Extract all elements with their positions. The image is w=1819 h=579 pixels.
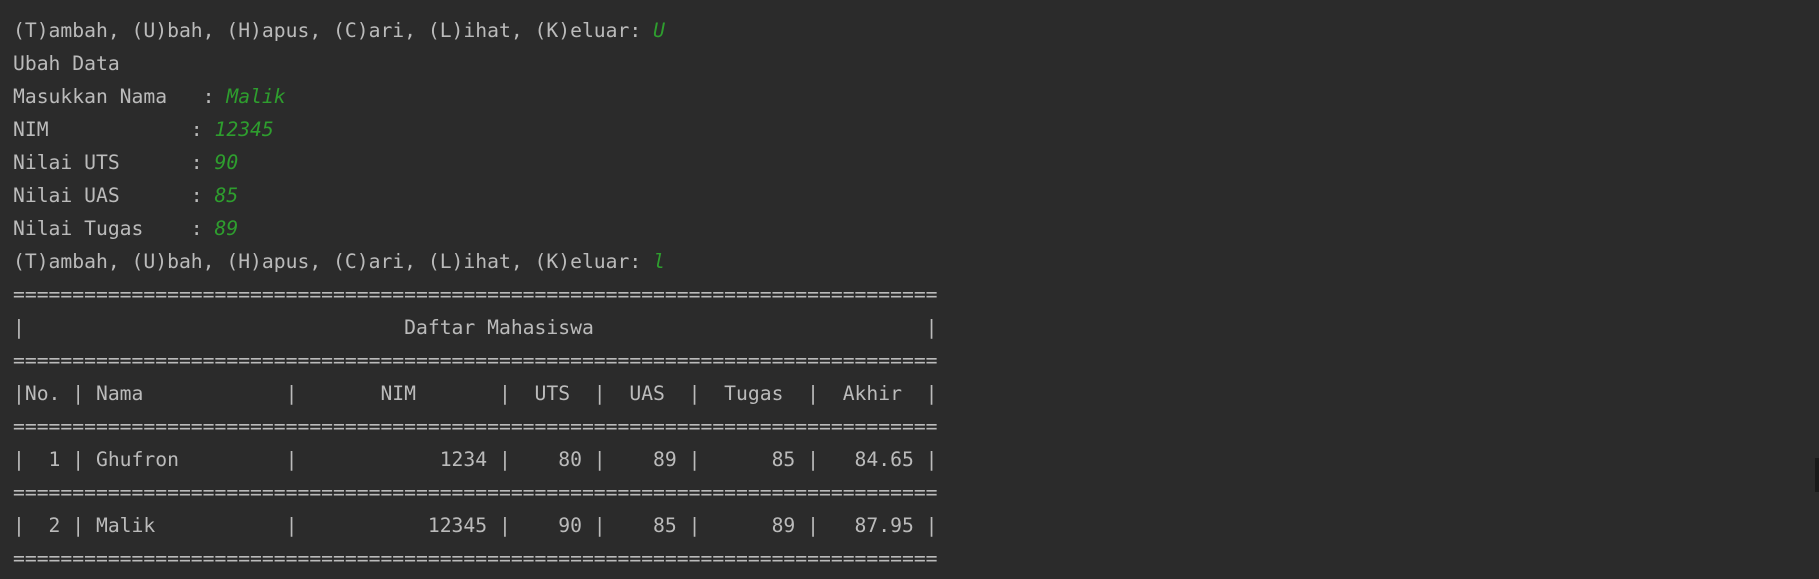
- form-label: NIM :: [13, 118, 215, 141]
- run-console: (T)ambah, (U)bah, (H)apus, (C)ari, (L)ih…: [0, 0, 1819, 579]
- table-row: | 1 | Ghufron | 1234 | 80 | 89 | 85 | 84…: [13, 448, 938, 471]
- form-line-uas: Nilai UAS : 85: [13, 179, 1819, 212]
- form-line-nama: Masukkan Nama : Malik: [13, 80, 1819, 113]
- table-border: ========================================…: [13, 481, 938, 504]
- menu-choice-input: U: [653, 19, 665, 42]
- menu-prompt-line: (T)ambah, (U)bah, (H)apus, (C)ari, (L)ih…: [13, 245, 1819, 278]
- table-row: | 2 | Malik | 12345 | 90 | 85 | 89 | 87.…: [13, 514, 938, 537]
- form-label: Nilai UTS :: [13, 151, 215, 174]
- section-heading: Ubah Data: [13, 52, 120, 75]
- table-border: ========================================…: [13, 547, 938, 570]
- form-input-value: 85: [214, 184, 239, 207]
- form-line-nim: NIM : 12345: [13, 113, 1819, 146]
- form-line-uts: Nilai UTS : 90: [13, 146, 1819, 179]
- table-border: ========================================…: [13, 415, 938, 438]
- menu-prompt: (T)ambah, (U)bah, (H)apus, (C)ari, (L)ih…: [13, 250, 654, 273]
- form-label: Nilai UAS :: [13, 184, 215, 207]
- table-title: | Daftar Mahasiswa |: [13, 316, 938, 339]
- form-label: Nilai Tugas :: [13, 217, 215, 240]
- form-line-tugas: Nilai Tugas : 89: [13, 212, 1819, 245]
- form-input-value: 90: [214, 151, 239, 174]
- form-input-value: Malik: [226, 85, 286, 108]
- menu-prompt: (T)ambah, (U)bah, (H)apus, (C)ari, (L)ih…: [13, 19, 654, 42]
- table-header: |No. | Nama | NIM | UTS | UAS | Tugas | …: [13, 382, 938, 405]
- table-border: ========================================…: [13, 349, 938, 372]
- form-label: Masukkan Nama :: [13, 85, 227, 108]
- table-border: ========================================…: [13, 283, 938, 306]
- menu-prompt-line: (T)ambah, (U)bah, (H)apus, (C)ari, (L)ih…: [13, 14, 1819, 47]
- form-input-value: 12345: [214, 118, 274, 141]
- menu-choice-input: l: [653, 250, 665, 273]
- form-input-value: 89: [214, 217, 239, 240]
- scrollbar-marker[interactable]: [1815, 458, 1819, 492]
